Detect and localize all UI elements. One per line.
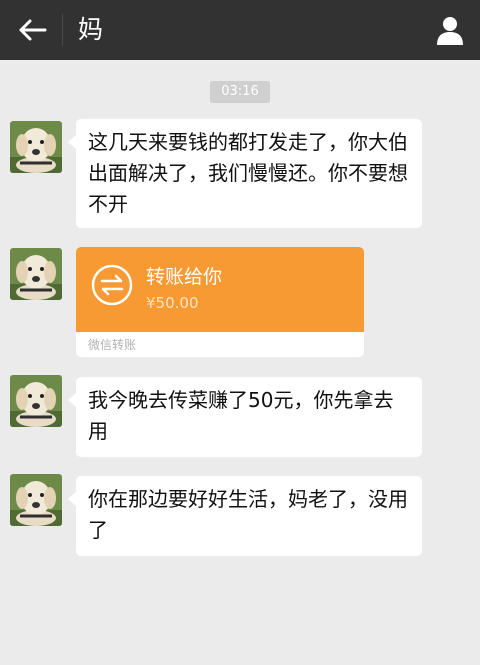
transfer-arrows-icon [91, 264, 133, 306]
message-text: 这几天来要钱的都打发走了，你大伯出面解决了，我们慢慢还。你不要想不开 [88, 130, 408, 216]
contact-avatar[interactable] [10, 248, 62, 300]
message-text: 你在那边要好好生活，妈老了，没用了 [88, 487, 408, 542]
message-text: 我今晚去传菜赚了50元，你先拿去用 [88, 388, 394, 443]
puppy-avatar-image [10, 248, 62, 300]
puppy-avatar-image [10, 121, 62, 173]
back-button[interactable] [10, 12, 54, 48]
contact-avatar[interactable] [10, 121, 62, 173]
contact-avatar[interactable] [10, 474, 62, 526]
transfer-source-label: 微信转账 [88, 338, 137, 352]
header-divider [62, 14, 63, 46]
transfer-amount: ¥50.00 [146, 294, 199, 312]
transfer-card[interactable]: 转账给你 ¥50.00 微信转账 [76, 247, 364, 357]
chat-info-button[interactable] [430, 10, 470, 50]
puppy-avatar-image [10, 474, 62, 526]
message-bubble[interactable]: 你在那边要好好生活，妈老了，没用了 [68, 476, 422, 556]
contact-avatar[interactable] [10, 375, 62, 427]
chat-title: 妈 [78, 15, 104, 44]
message-timestamp: 03:16 [210, 81, 270, 103]
transfer-card-header: 转账给你 ¥50.00 [76, 247, 364, 332]
top-bar: 妈 [0, 0, 480, 60]
transfer-title: 转账给你 [146, 266, 223, 288]
message-bubble[interactable]: 这几天来要钱的都打发走了，你大伯出面解决了，我们慢慢还。你不要想不开 [68, 119, 422, 228]
person-icon [437, 17, 463, 45]
puppy-avatar-image [10, 375, 62, 427]
arrow-left-icon [19, 19, 47, 41]
message-bubble[interactable]: 我今晚去传菜赚了50元，你先拿去用 [68, 377, 422, 457]
